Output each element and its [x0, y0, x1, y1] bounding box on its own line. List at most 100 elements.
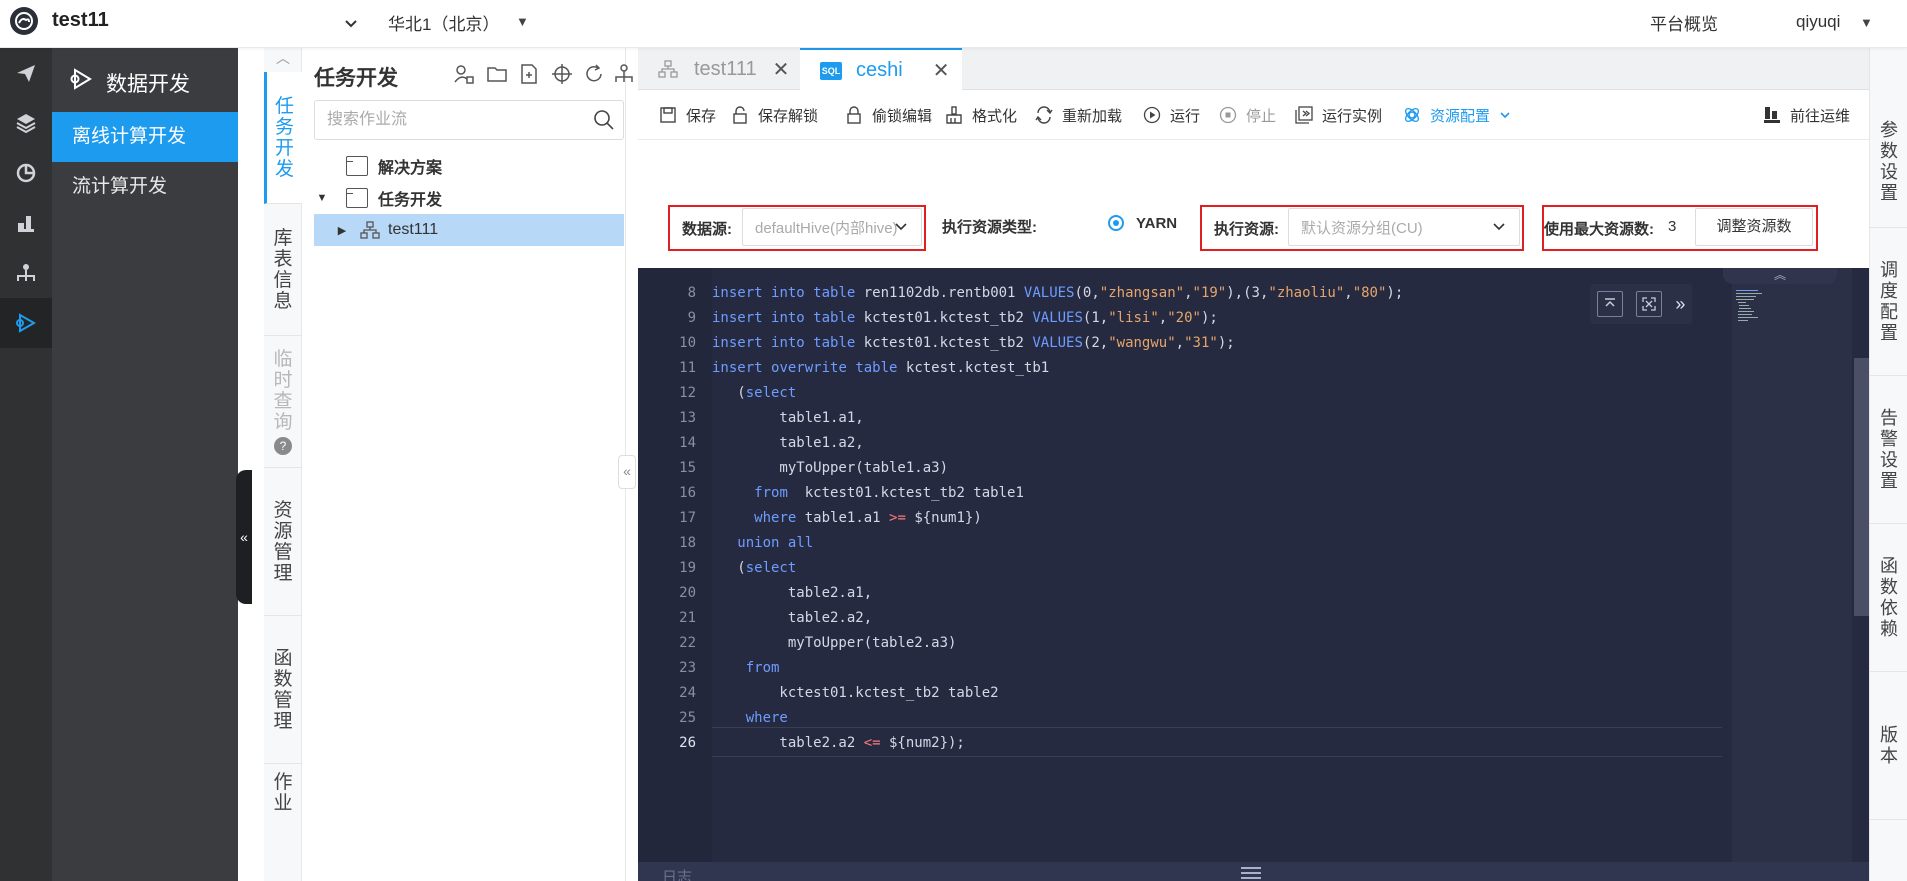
caret-right-icon[interactable]: ▶	[334, 224, 350, 237]
button-label: 运行	[1170, 107, 1201, 125]
tab-param-settings[interactable]: 参数设置	[1870, 96, 1907, 228]
menu-item-offline-dev[interactable]: 离线计算开发	[52, 112, 238, 162]
save-button[interactable]: 保存	[658, 90, 716, 140]
log-label[interactable]: 日志	[662, 866, 692, 881]
exec-type-label: 执行资源类型:	[942, 219, 1037, 236]
tab-alert-settings[interactable]: 告警设置	[1870, 376, 1907, 524]
user-filter-icon[interactable]	[452, 62, 476, 86]
pie-chart-icon[interactable]	[0, 148, 52, 198]
search-job-flow-input[interactable]	[314, 100, 624, 140]
project-chevron-down-icon[interactable]	[340, 12, 362, 34]
tree-node-label: 解决方案	[378, 160, 443, 177]
data-dev-icon[interactable]	[0, 298, 52, 348]
run-instance-button[interactable]: 运行实例	[1294, 90, 1382, 140]
help-icon[interactable]: ?	[274, 436, 292, 455]
tree-node-task-dev[interactable]: ▼ 任务开发	[314, 182, 624, 214]
new-folder-icon[interactable]	[485, 62, 509, 86]
button-label: 保存	[686, 107, 717, 125]
folder-icon	[346, 188, 368, 208]
org-chart-icon[interactable]	[0, 248, 52, 298]
code-editor[interactable]: " " " " " " " " " " " " " " " " " " " " …	[638, 268, 1869, 881]
code-minimap[interactable]	[1732, 268, 1852, 881]
locate-icon[interactable]	[550, 62, 574, 86]
side-menu: 数据开发 离线计算开发 流计算开发	[52, 48, 238, 881]
save-unlock-button[interactable]: 保存解锁	[730, 90, 818, 140]
select-value: 默认资源分组(CU)	[1301, 219, 1423, 237]
caret-down-icon[interactable]: ▼	[314, 192, 330, 204]
tab-label: 库表信息	[273, 227, 293, 312]
close-icon[interactable]: ✕	[773, 57, 790, 82]
tab-table-info[interactable]: 库表信息	[264, 204, 302, 336]
format-brush-icon	[944, 105, 964, 125]
split-collapse-handle[interactable]: «	[618, 455, 636, 489]
layers-icon[interactable]	[0, 98, 52, 148]
tab-label: 告警设置	[1880, 407, 1898, 491]
region-caret-icon[interactable]: ▼	[516, 14, 529, 29]
double-chevron-right-icon[interactable]: »	[1675, 294, 1685, 315]
log-bar: 日志	[638, 862, 1869, 881]
tree-node-solutions[interactable]: 解决方案	[314, 150, 624, 182]
folder-icon	[346, 156, 368, 176]
goto-ops-button[interactable]: 前往运维	[1762, 90, 1850, 140]
close-icon[interactable]: ✕	[933, 58, 950, 83]
exec-resource-select[interactable]: 默认资源分组(CU)	[1288, 208, 1520, 246]
collapse-config-handle[interactable]: ︽	[1723, 268, 1837, 284]
new-file-icon[interactable]	[517, 62, 541, 86]
yarn-radio[interactable]	[1108, 215, 1124, 231]
max-resource-value: 3	[1668, 218, 1677, 235]
tab-function-deps[interactable]: 函数依赖	[1870, 524, 1907, 672]
tab-jobs[interactable]: 作业	[264, 764, 302, 881]
panel-title: 任务开发	[314, 67, 398, 90]
tab-label: 函数依赖	[1880, 555, 1898, 639]
tree-node-test111[interactable]: ▶ test111	[314, 214, 624, 246]
region-selector[interactable]: 华北1（北京）	[388, 10, 499, 35]
menu-icon[interactable]	[1240, 866, 1262, 880]
scroll-up-icon[interactable]: ︿	[264, 48, 302, 72]
tab-label: 版本	[1880, 724, 1898, 766]
format-button[interactable]: 格式化	[944, 90, 1017, 140]
editor-toolbar: 保存 保存解锁 偷锁编辑 格式化 重新加载 运行 停止 运行实例 资源配置 前往…	[638, 90, 1869, 140]
collapse-sidebar-handle[interactable]: «	[236, 470, 252, 604]
datasource-label: 数据源:	[682, 221, 732, 238]
tab-schedule-config[interactable]: 调度配置	[1870, 228, 1907, 376]
comment-line: " " " " " " " " " " " " " " " " " " " " …	[712, 268, 1164, 274]
tab-task-dev[interactable]: 任务开发	[264, 72, 302, 204]
button-label: 前往运维	[1790, 107, 1851, 125]
tab-test111[interactable]: test111 ✕	[638, 48, 798, 90]
chevron-down-icon	[1491, 218, 1507, 234]
refresh-icon[interactable]	[582, 62, 606, 86]
user-menu[interactable]: qiyuqi	[1796, 12, 1840, 32]
search-icon[interactable]	[592, 108, 616, 132]
reload-button[interactable]: 重新加载	[1034, 90, 1122, 140]
tab-resource-mgmt[interactable]: 资源管理	[264, 468, 302, 616]
project-name: test11	[52, 9, 109, 31]
run-instance-icon	[1294, 105, 1314, 125]
platform-overview-link[interactable]: 平台概览	[1650, 10, 1718, 35]
tab-temp-query[interactable]: 临时查询?	[264, 336, 302, 468]
collapse-top-icon[interactable]	[1596, 291, 1623, 317]
datasource-select[interactable]: defaultHive(内部hive)	[742, 208, 922, 246]
tab-function-mgmt[interactable]: 函数管理	[264, 616, 302, 764]
button-label: 运行实例	[1322, 107, 1383, 125]
resource-config-row: 数据源: defaultHive(内部hive) 执行资源类型: YARN 执行…	[638, 140, 1869, 268]
send-icon[interactable]	[0, 48, 52, 98]
button-label: 重新加载	[1062, 107, 1123, 125]
app-root: test11 华北1（北京） ▼ 平台概览 qiyuqi ▼ 数据开发 离线计算…	[0, 0, 1907, 881]
tab-ceshi[interactable]: SQL ceshi ✕	[800, 48, 962, 91]
resource-config-button[interactable]: 资源配置	[1402, 90, 1512, 140]
adjust-resource-button[interactable]: 调整资源数	[1695, 208, 1813, 246]
chevron-down-icon	[893, 218, 909, 234]
run-button[interactable]: 运行	[1142, 90, 1200, 140]
steal-lock-edit-button[interactable]: 偷锁编辑	[844, 90, 932, 140]
cloud-logo-icon[interactable]	[10, 7, 38, 35]
menu-item-stream-dev[interactable]: 流计算开发	[52, 162, 238, 212]
fullscreen-icon[interactable]	[1635, 291, 1662, 317]
user-caret-icon[interactable]: ▼	[1860, 15, 1873, 30]
dashboard-icon[interactable]	[0, 198, 52, 248]
stop-button[interactable]: 停止	[1218, 90, 1276, 140]
button-label: 资源配置	[1430, 107, 1491, 125]
tab-version[interactable]: 版本	[1870, 672, 1907, 820]
editor-scrollbar[interactable]	[1854, 358, 1869, 616]
side-menu-title: 数据开发	[106, 73, 190, 96]
org-tree-icon[interactable]	[612, 62, 636, 86]
